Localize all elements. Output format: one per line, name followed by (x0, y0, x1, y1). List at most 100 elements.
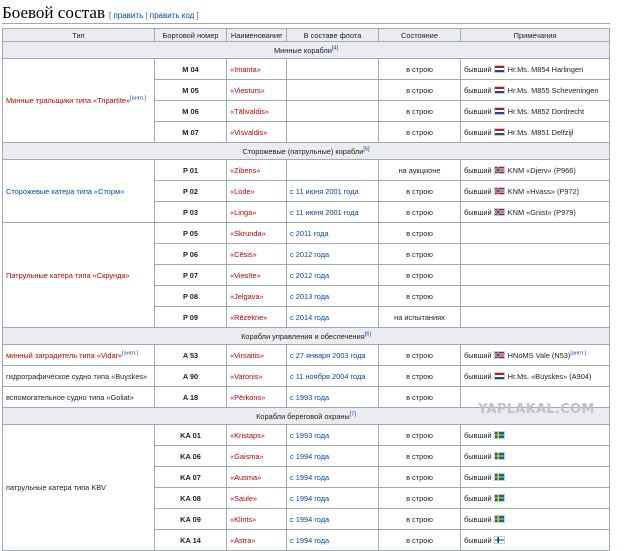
ship-name-link[interactable]: «Varonis» (230, 372, 263, 381)
type-link[interactable]: Патрульные катера типа «Скрунда» (6, 271, 130, 280)
ship-name-link[interactable]: «Klints» (230, 515, 256, 524)
type-cell: патрульные катера типа KBV (2, 424, 155, 551)
type-cell: вспомогательное судно типа «Goliat» (2, 386, 155, 408)
note-text: бывший (464, 207, 492, 217)
note-text: бывший (464, 186, 492, 196)
notes-cell: бывший (460, 487, 610, 509)
in-service-date[interactable]: с 2012 года (290, 271, 329, 280)
edit-code-link[interactable]: править код (150, 11, 195, 20)
in-service-date[interactable]: с 1994 года (290, 473, 329, 482)
reference-link[interactable]: [англ.] (570, 350, 586, 356)
page-title: Боевой состав (2, 3, 105, 22)
status-cell: в строю (378, 508, 461, 530)
in-service-date[interactable]: с 1993 года (290, 393, 329, 402)
in-service-date[interactable]: с 2011 года (290, 229, 329, 238)
type-link[interactable]: минный заградитель типа «Vidar» (6, 351, 122, 360)
ship-name-link[interactable]: «Astra» (230, 536, 255, 545)
in-service-date[interactable]: с 11 ноября 2004 года (290, 372, 365, 381)
netherlands-flag-icon (493, 106, 505, 115)
ship-name-link[interactable]: «Gaisma» (230, 452, 264, 461)
ship-name-link[interactable]: «Tālivaldis» (230, 107, 269, 116)
col-type[interactable]: Тип (2, 28, 155, 42)
hull-number-cell: P 02 (154, 180, 227, 202)
sweden-flag-icon (493, 514, 505, 523)
in-service-date[interactable]: с 1994 года (290, 494, 329, 503)
ship-name-link[interactable]: «Ausma» (230, 473, 261, 482)
in-service-date[interactable]: с 1994 года (290, 536, 329, 545)
status-cell: в строю (378, 100, 461, 122)
col-notes[interactable]: Примечания (460, 28, 610, 42)
ship-name-link[interactable]: «Rēzekne» (230, 313, 267, 322)
section-mine-ships: Минные корабли[4] (2, 41, 610, 59)
in-service-date[interactable]: с 1994 года (290, 452, 329, 461)
section-title: Сторожевые (патрульные) корабли (242, 146, 364, 156)
type-link[interactable]: Минные тральщики типа «Tripartite» (6, 96, 130, 105)
ship-name-link[interactable]: «Skrunda» (230, 229, 266, 238)
name-cell: «Pērkons» (226, 386, 287, 408)
status-cell: в строю (378, 487, 461, 509)
edit-link[interactable]: править (113, 11, 143, 20)
hull-number-cell: A 53 (154, 344, 227, 366)
section-row: Сторожевые (патрульные) корабли[5] (2, 142, 610, 160)
col-status[interactable]: Состояние (378, 28, 461, 42)
norway-flag-icon (493, 186, 505, 195)
reference-link[interactable]: [6] (365, 331, 371, 337)
note-text: бывший (464, 493, 492, 503)
hull-number-cell: KA 09 (154, 508, 227, 530)
ship-name-link[interactable]: «Zibens» (230, 166, 260, 175)
ship-name-link[interactable]: «Saule» (230, 494, 257, 503)
in-service-cell: с 11 июня 2001 года (286, 180, 379, 202)
previous-name-text: KNM «Djerv» (P966) (507, 165, 576, 175)
reference-link[interactable]: [англ.] (130, 96, 146, 102)
in-service-date[interactable]: с 1993 года (290, 431, 329, 440)
hull-number-cell: M 04 (154, 58, 227, 80)
netherlands-flag-icon (493, 371, 505, 380)
ship-name-link[interactable]: «Jelgava» (230, 292, 264, 301)
in-service-date[interactable]: с 1994 года (290, 515, 329, 524)
hull-number-cell: M 07 (154, 121, 227, 143)
in-service-cell (286, 159, 379, 181)
name-cell: «Rēzekne» (226, 306, 287, 328)
header-row: Тип Бортовой номер Наименование В состав… (2, 28, 610, 42)
reference-link[interactable]: [7] (350, 411, 356, 417)
reference-link[interactable]: [5] (363, 146, 369, 152)
type-link[interactable]: Сторожевые катера типа «Сторм» (6, 187, 124, 196)
reference-link[interactable]: [4] (332, 45, 338, 51)
ship-name-link[interactable]: «Viesturs» (230, 86, 265, 95)
table-row: минный заградитель типа «Vidar»[англ.] A… (2, 344, 610, 366)
in-service-date[interactable]: с 11 июня 2001 года (290, 208, 359, 217)
name-cell: «Imanta» (226, 58, 287, 80)
status-cell: в строю (378, 344, 461, 366)
ship-name-link[interactable]: «Viesīte» (230, 271, 261, 280)
in-service-date[interactable]: с 27 января 2003 года (290, 351, 366, 360)
col-in-service[interactable]: В составе флота (286, 28, 379, 42)
status-cell: в строю (378, 466, 461, 488)
col-hull-number[interactable]: Бортовой номер (154, 28, 227, 42)
reference-link[interactable]: [англ.] (122, 350, 138, 356)
status-cell: в строю (378, 424, 461, 446)
in-service-date[interactable]: с 2014 года (290, 313, 329, 322)
notes-cell: бывший (460, 424, 610, 446)
in-service-date[interactable]: с 2012 года (290, 250, 329, 259)
name-cell: «Gaisma» (226, 445, 287, 467)
notes-cell: бывший (460, 529, 610, 551)
ship-name-link[interactable]: «Imanta» (230, 65, 261, 74)
in-service-date[interactable]: с 2013 года (290, 292, 329, 301)
ship-name-link[interactable]: «Lode» (230, 187, 255, 196)
ship-name-link[interactable]: «Pērkons» (230, 393, 265, 402)
name-cell: «Visvaldis» (226, 121, 287, 143)
note-text: бывший (464, 514, 492, 524)
name-cell: «Viesturs» (226, 79, 287, 101)
ship-name-link[interactable]: «Linga» (230, 208, 256, 217)
ship-name-link[interactable]: «Kristaps» (230, 431, 265, 440)
notes-cell (460, 243, 610, 265)
name-cell: «Linga» (226, 201, 287, 223)
in-service-date[interactable]: с 11 июня 2001 года (290, 187, 359, 196)
notes-cell: бывший Hr.Ms. «Buyskes» (A904) (460, 365, 610, 387)
ship-name-link[interactable]: «Cēsis» (230, 250, 257, 259)
ship-name-link[interactable]: «Visvaldis» (230, 128, 267, 137)
col-name[interactable]: Наименование (226, 28, 287, 42)
norway-flag-icon (493, 350, 505, 359)
ship-name-link[interactable]: «Virsaitis» (230, 351, 264, 360)
hull-number-cell: P 03 (154, 201, 227, 223)
